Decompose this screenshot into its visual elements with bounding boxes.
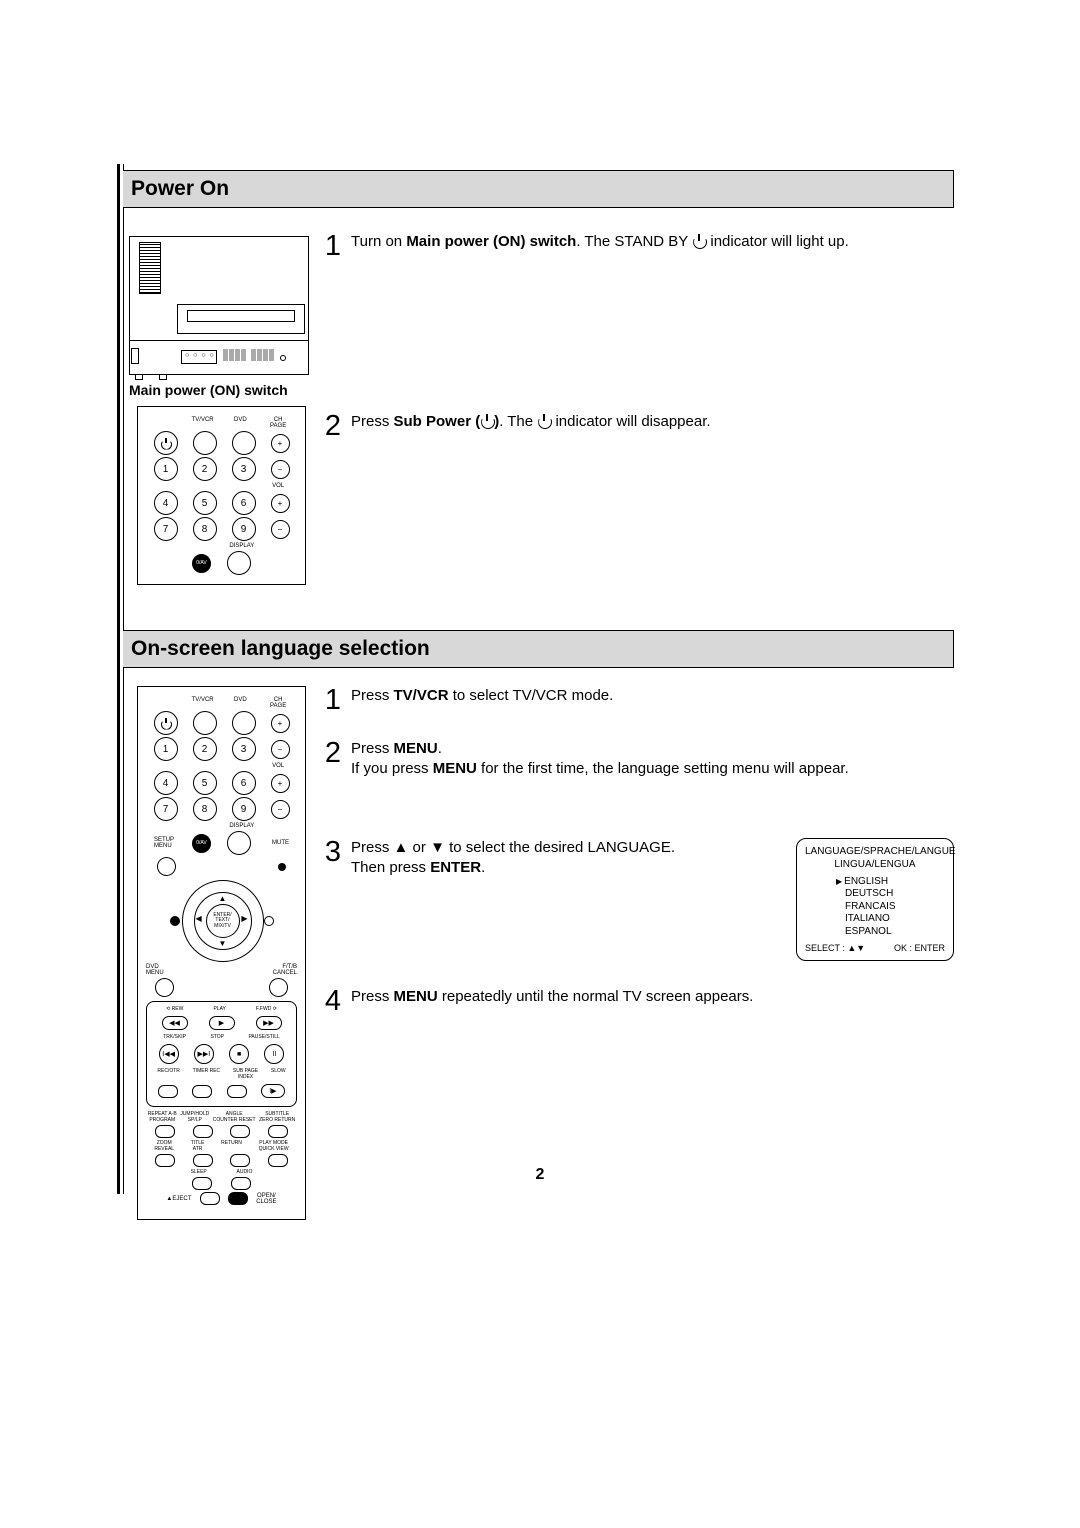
- power-icon: [154, 431, 178, 455]
- osd-language-menu: LANGUAGE/SPRACHE/LANGUE LINGUA/LENGUA EN…: [796, 838, 954, 962]
- tv-illustration: ○ ○ ○ ○: [129, 236, 307, 376]
- nav-ring: ENTER/ TEXT/ MIX/TV ▲ ▼ ◀ ▶: [182, 880, 262, 960]
- main-power-switch-caption: Main power (ON) switch: [129, 382, 323, 398]
- power-icon: [481, 415, 493, 427]
- section-language-title: On-screen language selection: [131, 637, 430, 660]
- remote-upper-illustration: TV/VCRDVDCH PAGE + 123− VOL 456+ 789−: [137, 406, 306, 585]
- power-icon: [538, 415, 550, 427]
- lang-step1-text: Press TV/VCR to select TV/VCR mode.: [351, 686, 954, 706]
- lang-step-2: 2: [323, 739, 341, 768]
- page-number: 2: [0, 1166, 1080, 1184]
- lang-step2-text: Press MENU. If you press MENU for the fi…: [351, 739, 954, 780]
- lang-step4-text: Press MENU repeatedly until the normal T…: [351, 987, 954, 1007]
- step-number-1: 1: [323, 232, 341, 261]
- remote-full-illustration: TV/VCRDVDCH PAGE + 123− VOL 456+ 789−: [137, 686, 306, 1220]
- step1-text: Turn on Main power (ON) switch. The STAN…: [351, 232, 954, 252]
- step-number-2: 2: [323, 412, 341, 441]
- lang-step-1: 1: [323, 686, 341, 715]
- section-power-on-header: Power On: [123, 170, 954, 208]
- section-language-header: On-screen language selection: [123, 630, 954, 668]
- lang-step-3: 3: [323, 838, 341, 867]
- power-icon: [693, 235, 705, 247]
- lang-step-4: 4: [323, 987, 341, 1016]
- section-power-on-title: Power On: [131, 177, 229, 200]
- step2-text: Press Sub Power (). The indicator will d…: [351, 412, 954, 432]
- lang-step3-text: Press ▲ or ▼ to select the desired LANGU…: [351, 838, 954, 962]
